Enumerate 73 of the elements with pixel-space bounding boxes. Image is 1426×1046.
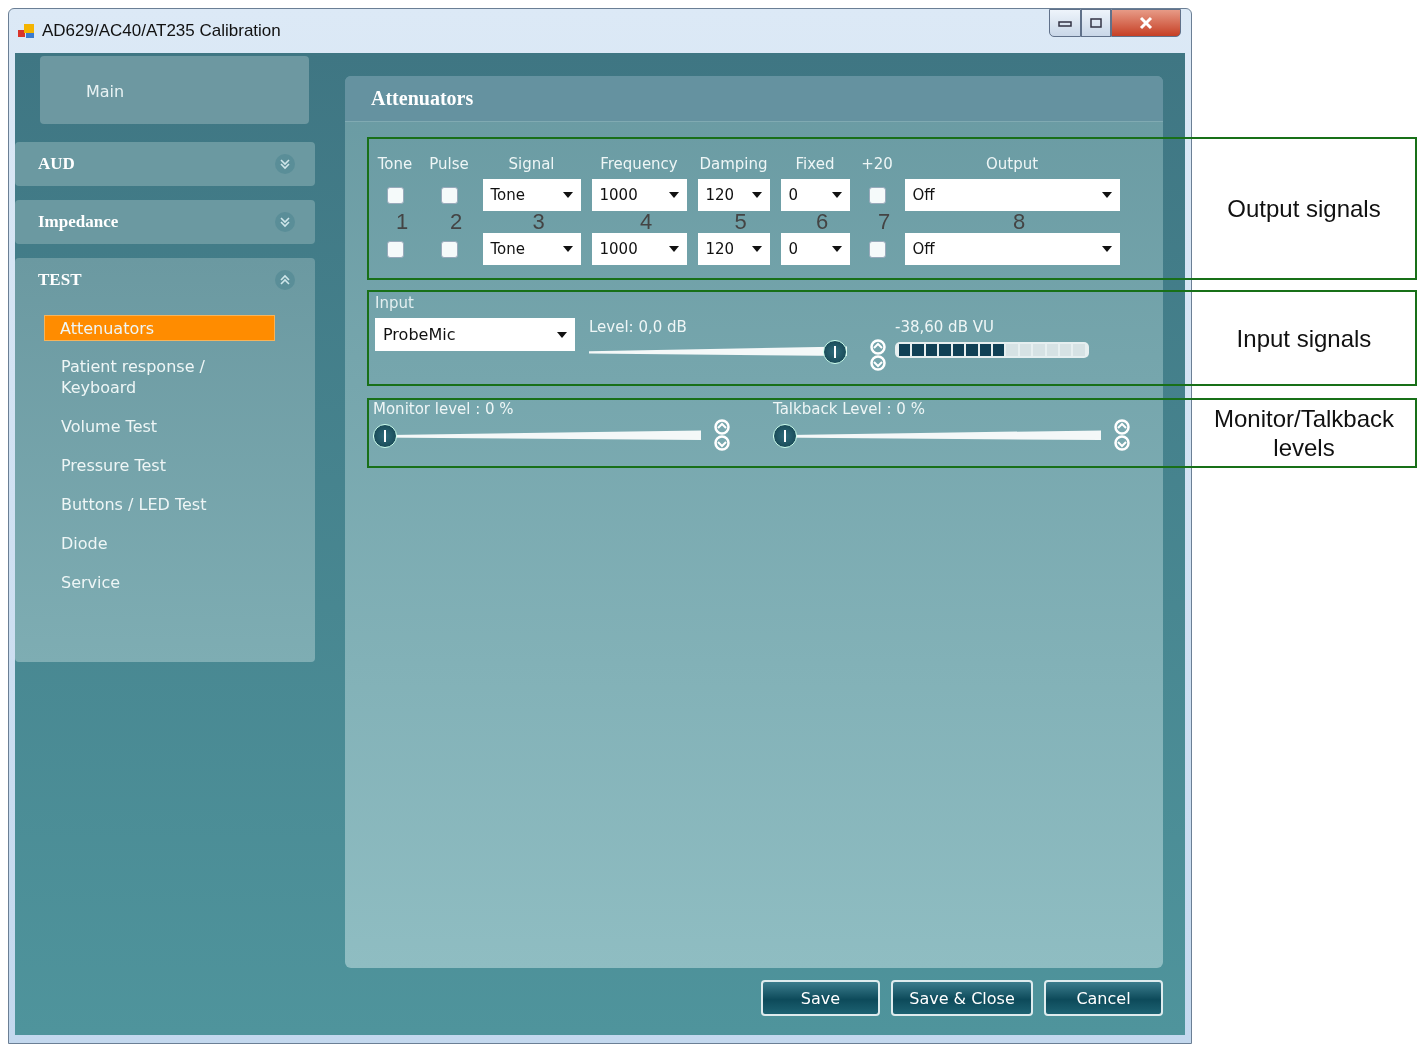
tone-checkbox[interactable] <box>386 240 404 258</box>
spin-icon[interactable] <box>869 338 887 372</box>
minimize-icon <box>1057 19 1073 27</box>
caret-icon <box>562 246 573 252</box>
level-label: Level: 0,0 dB <box>589 318 688 336</box>
maximize-icon <box>1089 17 1103 29</box>
signal-dropdown[interactable]: Tone <box>482 233 581 265</box>
damping-dropdown[interactable]: 120 <box>697 233 770 265</box>
spin-icon[interactable] <box>713 418 731 452</box>
panel-title: Attenuators <box>371 87 474 110</box>
column-number: 1 <box>395 211 409 233</box>
frequency-dropdown[interactable]: 1000 <box>591 179 687 211</box>
monitor-level-label: Monitor level : 0 % <box>373 400 515 418</box>
column-header: Tone <box>377 155 413 173</box>
spin-icon[interactable] <box>1113 418 1131 452</box>
caret-icon <box>668 246 679 252</box>
save-close-button[interactable]: Save & Close <box>891 980 1033 1016</box>
signal-dropdown[interactable]: Tone <box>482 179 581 211</box>
column-number: 8 <box>1012 211 1026 233</box>
callout-label: Input signals <box>1235 323 1373 354</box>
column-number: 7 <box>877 211 891 233</box>
callout-label: Output signals <box>1226 194 1382 224</box>
close-icon <box>1138 16 1154 30</box>
caret-icon <box>831 192 842 198</box>
caret-icon <box>557 331 567 338</box>
column-header: Output <box>985 155 1039 173</box>
window-title: AD629/AC40/AT235 Calibration <box>42 21 281 41</box>
monitor-slider[interactable] <box>373 424 701 446</box>
plus20-checkbox[interactable] <box>868 240 886 258</box>
column-number: 4 <box>639 211 653 233</box>
pulse-checkbox[interactable] <box>440 186 458 204</box>
column-number: 3 <box>532 211 545 233</box>
column-header: Signal <box>508 155 555 173</box>
caret-icon <box>668 192 679 198</box>
plus20-checkbox[interactable] <box>868 186 886 204</box>
talkback-level-label: Talkback Level : 0 % <box>773 400 926 418</box>
cancel-button[interactable]: Cancel <box>1044 980 1163 1016</box>
vu-reading: -38,60 dB VU <box>895 318 995 336</box>
pulse-checkbox[interactable] <box>440 240 458 258</box>
caret-icon <box>1101 192 1112 198</box>
input-dropdown[interactable]: ProbeMic <box>375 318 575 351</box>
expand-icon[interactable] <box>275 154 295 174</box>
caret-icon <box>751 192 762 198</box>
column-header: Damping <box>699 155 768 173</box>
collapse-icon[interactable] <box>275 270 295 290</box>
frequency-dropdown[interactable]: 1000 <box>591 233 687 265</box>
caret-icon <box>1101 246 1112 252</box>
save-button[interactable]: Save <box>761 980 880 1016</box>
output-dropdown[interactable]: Off <box>904 233 1120 265</box>
caret-icon <box>751 246 762 252</box>
caret-icon <box>831 246 842 252</box>
column-header: Pulse <box>429 155 469 173</box>
callout-label: Monitor/Talkback levels <box>1212 404 1396 463</box>
output-dropdown[interactable]: Off <box>904 179 1120 211</box>
maximize-button[interactable] <box>1081 9 1111 37</box>
column-number: 5 <box>734 211 747 233</box>
column-number: 6 <box>815 211 829 233</box>
close-button[interactable] <box>1111 9 1181 37</box>
column-header: Frequency <box>600 155 678 173</box>
column-header: Fixed <box>795 155 835 173</box>
input-label: Input <box>375 294 414 312</box>
app-icon <box>18 23 36 39</box>
damping-dropdown[interactable]: 120 <box>697 179 770 211</box>
level-slider[interactable] <box>589 340 847 362</box>
fixed-dropdown[interactable]: 0 <box>780 233 850 265</box>
fixed-dropdown[interactable]: 0 <box>780 179 850 211</box>
expand-icon[interactable] <box>275 212 295 232</box>
minimize-button[interactable] <box>1049 9 1081 37</box>
tone-checkbox[interactable] <box>386 186 404 204</box>
caret-icon <box>562 192 573 198</box>
column-number: 2 <box>449 211 463 233</box>
column-header: +20 <box>861 155 893 173</box>
talkback-slider[interactable] <box>773 424 1101 446</box>
